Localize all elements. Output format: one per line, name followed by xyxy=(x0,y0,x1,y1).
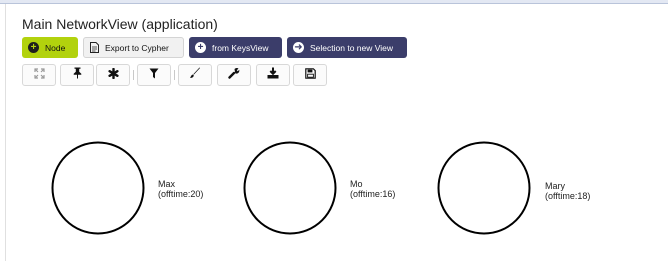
node-name: Max xyxy=(158,179,176,189)
node-detail: (offtime:18) xyxy=(545,191,591,201)
node-label-max: Max (offtime:20) xyxy=(158,179,203,199)
node-label-mo: Mo (offtime:16) xyxy=(350,179,395,199)
network-graph[interactable] xyxy=(0,0,668,261)
node-max[interactable] xyxy=(51,141,145,235)
node-label-mary: Mary (offtime:18) xyxy=(545,181,590,201)
node-name: Mary xyxy=(545,181,565,191)
node-detail: (offtime:20) xyxy=(158,189,204,199)
node-detail: (offtime:16) xyxy=(350,189,396,199)
node-mary[interactable] xyxy=(437,141,531,235)
node-mo[interactable] xyxy=(243,141,337,235)
node-name: Mo xyxy=(350,179,363,189)
